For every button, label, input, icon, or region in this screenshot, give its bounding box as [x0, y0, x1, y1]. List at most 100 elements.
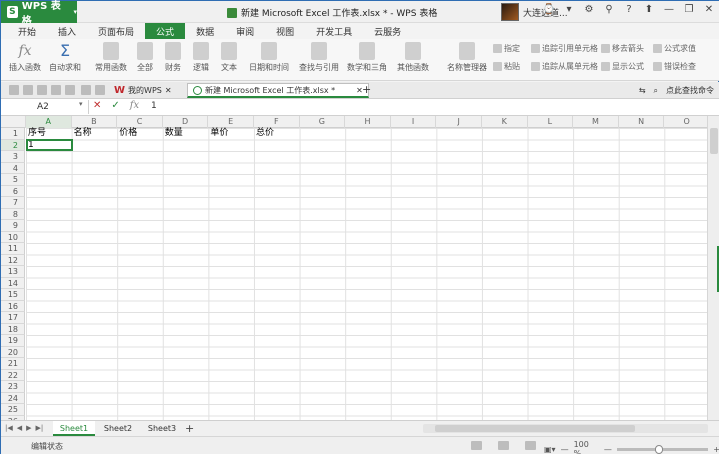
- skin-icon[interactable]: ⚲: [602, 4, 616, 15]
- page-break-view-icon[interactable]: [498, 441, 509, 450]
- trace-dependents-button[interactable]: 追踪从属单元格: [531, 61, 598, 72]
- row-header-4[interactable]: 4: [1, 162, 25, 174]
- row-header-25[interactable]: 25: [1, 404, 25, 416]
- zoom-out-icon[interactable]: —: [561, 445, 569, 454]
- tab-home[interactable]: 开始: [7, 23, 47, 39]
- close-tab-icon[interactable]: ✕: [165, 86, 172, 95]
- tab-developer[interactable]: 开发工具: [305, 23, 363, 39]
- column-header-f[interactable]: F: [254, 116, 300, 128]
- maximize-button[interactable]: ❐: [682, 4, 696, 15]
- row-header-14[interactable]: 14: [1, 277, 25, 289]
- row-header-8[interactable]: 8: [1, 208, 25, 220]
- cancel-icon[interactable]: ✕: [93, 100, 101, 111]
- print-icon[interactable]: [51, 85, 61, 95]
- tab-my-wps[interactable]: W 我的WPS ✕: [109, 83, 177, 98]
- column-header-j[interactable]: J: [436, 116, 482, 128]
- zoom-out-button[interactable]: —: [604, 445, 612, 454]
- name-box[interactable]: A2: [3, 100, 89, 114]
- row-header-9[interactable]: 9: [1, 220, 25, 232]
- remove-arrows-button[interactable]: 移去箭头: [601, 43, 644, 54]
- confirm-icon[interactable]: ✓: [111, 100, 119, 111]
- copy-format-icon[interactable]: [65, 85, 75, 95]
- tab-review[interactable]: 审阅: [225, 23, 265, 39]
- tab-page-layout[interactable]: 页面布局: [87, 23, 145, 39]
- text-functions-button[interactable]: 文本: [221, 41, 237, 73]
- spreadsheet-grid[interactable]: ABCDEFGHIJKLMNO 1 2 3 4 5 6 7 8 9 10 11 12 13 14 15 16 1…: [1, 116, 707, 420]
- row-header-6[interactable]: 6: [1, 185, 25, 197]
- column-header-l[interactable]: L: [528, 116, 574, 128]
- vertical-scrollbar[interactable]: [707, 116, 719, 420]
- tab-insert[interactable]: 插入: [47, 23, 87, 39]
- column-header-m[interactable]: M: [573, 116, 619, 128]
- zoom-slider[interactable]: [616, 444, 709, 454]
- select-all-corner[interactable]: [1, 116, 26, 128]
- sheet-tab-3[interactable]: Sheet3: [141, 421, 183, 436]
- prev-sheet-icon[interactable]: ◀: [17, 424, 22, 432]
- datetime-functions-button[interactable]: 日期和时间: [249, 41, 289, 73]
- horizontal-scrollbar[interactable]: [423, 424, 708, 433]
- autosum-button[interactable]: Σ 自动求和: [49, 41, 81, 73]
- formula-eval-button[interactable]: 公式求值: [653, 43, 696, 54]
- add-sheet-button[interactable]: +: [185, 422, 194, 435]
- row-header-5[interactable]: 5: [1, 174, 25, 186]
- close-button[interactable]: ✕: [702, 4, 716, 15]
- scroll-thumb[interactable]: [710, 128, 718, 154]
- open-icon[interactable]: [9, 85, 19, 95]
- command-search[interactable]: ⇆ ⌕ 点此查找命令: [639, 85, 714, 96]
- print-preview-icon[interactable]: [37, 85, 47, 95]
- all-functions-button[interactable]: 全部: [137, 41, 153, 73]
- row-header-18[interactable]: 18: [1, 323, 25, 335]
- fx-icon[interactable]: fx: [130, 100, 139, 111]
- column-header-n[interactable]: N: [619, 116, 665, 128]
- math-functions-button[interactable]: 数学和三角: [347, 41, 387, 73]
- paste-name-button[interactable]: 粘贴: [493, 61, 520, 72]
- clock-icon[interactable]: ⌚: [542, 4, 556, 15]
- name-manager-button[interactable]: 名称管理器: [447, 41, 487, 73]
- row-header-3[interactable]: 3: [1, 151, 25, 163]
- row-header-7[interactable]: 7: [1, 197, 25, 209]
- cell-d1[interactable]: 数量: [163, 128, 183, 139]
- row-header-1[interactable]: 1: [1, 128, 25, 140]
- logical-functions-button[interactable]: 逻辑: [193, 41, 209, 73]
- row-header-21[interactable]: 21: [1, 358, 25, 370]
- undo-icon[interactable]: [81, 85, 91, 95]
- column-header-e[interactable]: E: [208, 116, 254, 128]
- column-header-k[interactable]: K: [482, 116, 528, 128]
- upload-icon[interactable]: ⬆: [642, 4, 656, 15]
- cell-a1[interactable]: 序号: [26, 128, 46, 139]
- row-header-10[interactable]: 10: [1, 231, 25, 243]
- formula-input[interactable]: 1: [151, 101, 157, 111]
- common-functions-button[interactable]: 常用函数: [95, 41, 127, 73]
- tab-data[interactable]: 数据: [185, 23, 225, 39]
- zoom-menu-icon[interactable]: ▣▾: [544, 445, 556, 454]
- insert-function-button[interactable]: fx 插入函数: [9, 41, 41, 73]
- row-header-23[interactable]: 23: [1, 381, 25, 393]
- cell-b1[interactable]: 名称: [72, 128, 92, 139]
- row-header-17[interactable]: 17: [1, 312, 25, 324]
- column-header-b[interactable]: B: [72, 116, 118, 128]
- row-header-24[interactable]: 24: [1, 392, 25, 404]
- row-header-11[interactable]: 11: [1, 243, 25, 255]
- cell-f1[interactable]: 总价: [254, 128, 274, 139]
- error-check-button[interactable]: 错误检查: [653, 61, 696, 72]
- reading-view-icon[interactable]: [525, 441, 536, 450]
- column-header-g[interactable]: G: [300, 116, 346, 128]
- sheet-tab-1[interactable]: Sheet1: [53, 421, 95, 436]
- row-header-22[interactable]: 22: [1, 369, 25, 381]
- wps-app-menu-button[interactable]: S WPS 表格 ▾: [1, 1, 77, 27]
- column-header-o[interactable]: O: [664, 116, 707, 128]
- help-icon[interactable]: ?: [622, 4, 636, 15]
- tab-view[interactable]: 视图: [265, 23, 305, 39]
- zoom-slider-knob[interactable]: [654, 444, 663, 454]
- next-sheet-icon[interactable]: ▶: [26, 424, 31, 432]
- redo-icon[interactable]: [95, 85, 105, 95]
- first-sheet-icon[interactable]: |◀: [5, 424, 13, 432]
- minimize-button[interactable]: —: [662, 4, 676, 15]
- tab-cloud[interactable]: 云服务: [363, 23, 412, 39]
- row-header-16[interactable]: 16: [1, 300, 25, 312]
- define-name-button[interactable]: 指定: [493, 43, 520, 54]
- column-header-d[interactable]: D: [163, 116, 209, 128]
- cell-e1[interactable]: 单价: [208, 128, 228, 139]
- zoom-in-button[interactable]: +: [713, 445, 719, 454]
- horizontal-scroll-thumb[interactable]: [435, 425, 635, 432]
